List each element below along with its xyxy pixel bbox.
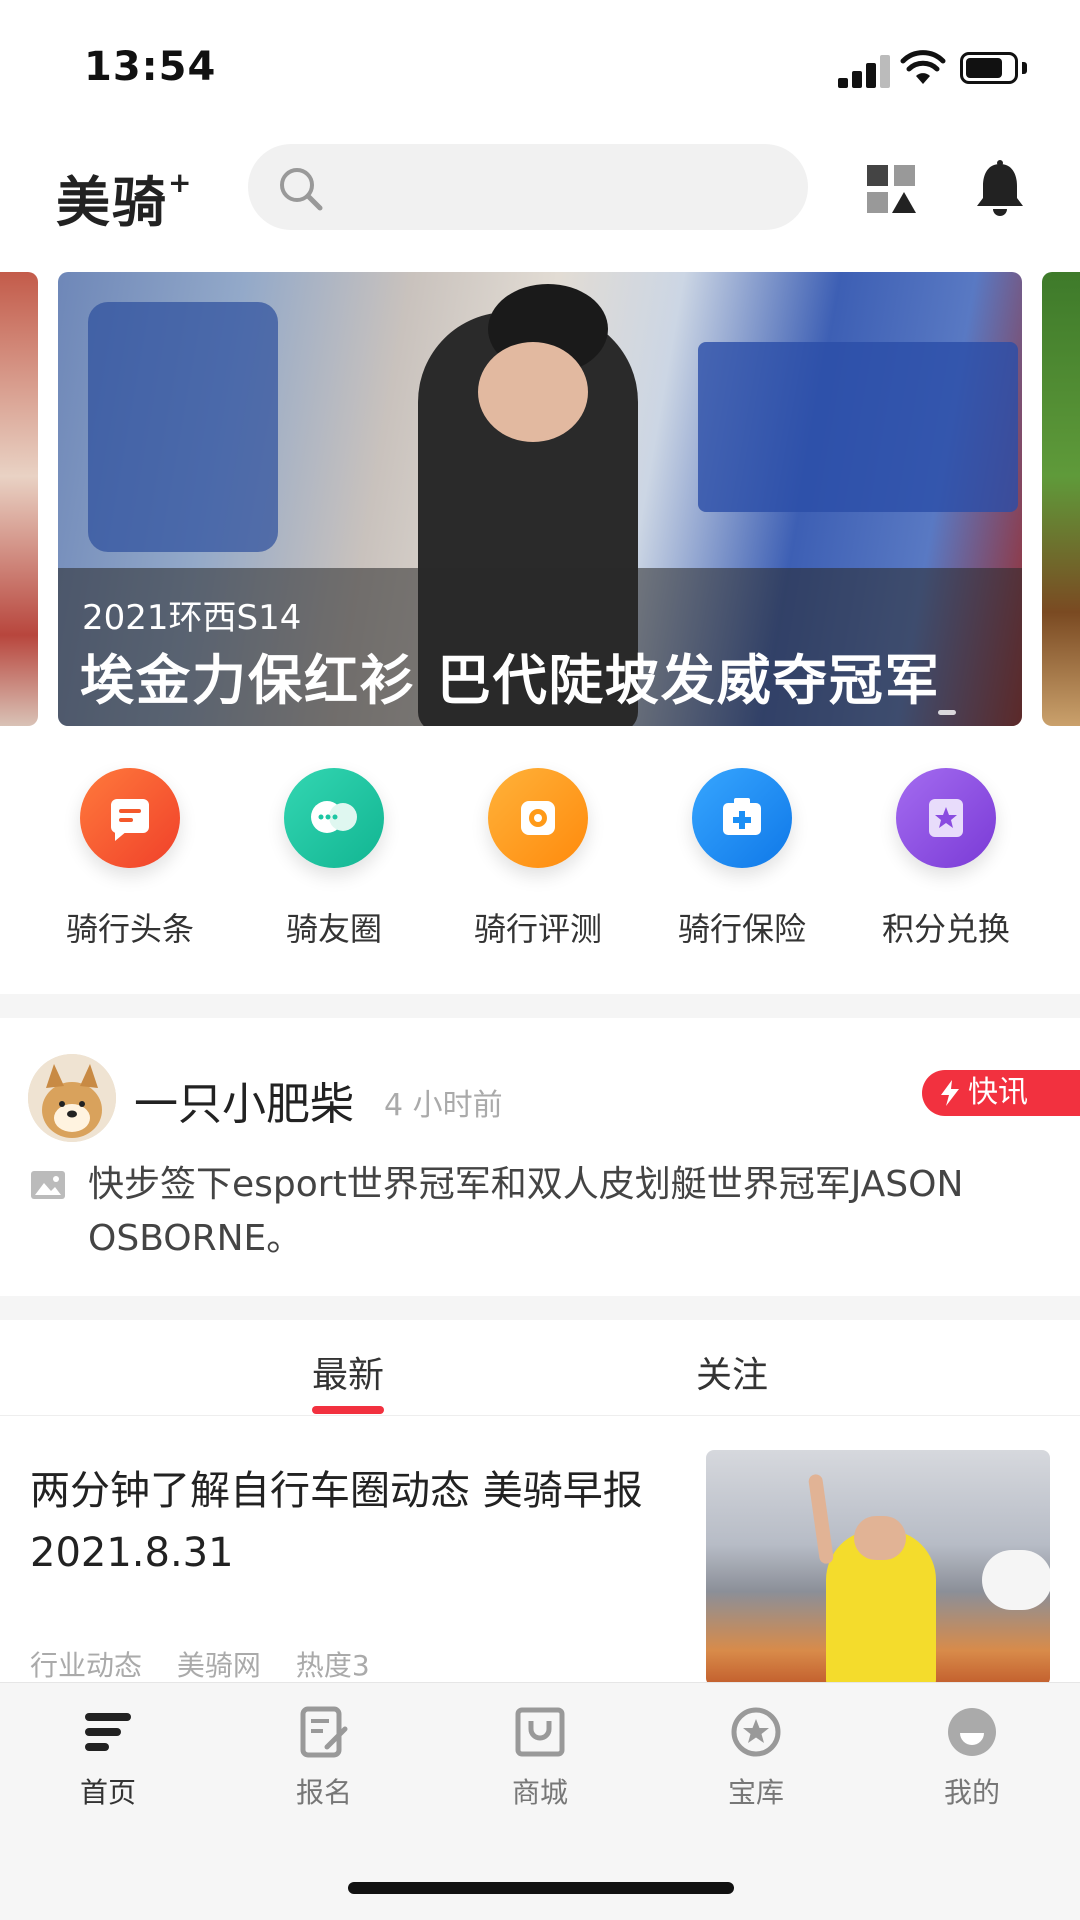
quick-nav-label: 骑行保险 xyxy=(677,910,806,948)
battery-tip xyxy=(1022,62,1027,74)
tabbar-label: 我的 xyxy=(943,1776,1000,1809)
tabbar-signup[interactable]: 报名 xyxy=(249,1705,399,1811)
quick-nav-label: 积分兑换 xyxy=(881,910,1010,948)
tabbar-label: 首页 xyxy=(79,1776,136,1809)
app-header: 美骑+ xyxy=(0,130,1080,250)
tabbar-label: 宝库 xyxy=(727,1776,784,1809)
banner-image-bikes xyxy=(88,302,278,552)
section-divider xyxy=(0,994,1080,1018)
section-divider xyxy=(0,1296,1080,1320)
quick-nav-riding-review[interactable]: 骑行评测 xyxy=(438,758,638,958)
status-time: 13:54 xyxy=(84,44,217,90)
ticket-icon xyxy=(896,768,996,868)
banner-prev-slide[interactable] xyxy=(0,272,38,726)
banner-slide[interactable]: 2021环西S14 埃金力保红衫 巴代陡坡发威夺冠军 xyxy=(58,272,1022,726)
thumbnail-sign xyxy=(982,1550,1050,1610)
tabbar-home[interactable]: 首页 xyxy=(33,1705,183,1811)
chat-icon xyxy=(284,768,384,868)
quick-nav: 骑行头条 骑友圈 骑行评测 骑行保险 积分兑换 xyxy=(0,758,1080,958)
banner-image-sign xyxy=(698,342,1018,512)
thumbnail-rider-arm xyxy=(807,1473,835,1565)
username[interactable]: 一只小肥柴 xyxy=(134,1068,354,1132)
tab-following[interactable]: 关注 xyxy=(696,1346,768,1398)
medkit-icon xyxy=(692,768,792,868)
profile-icon xyxy=(948,1708,996,1756)
thumbnail-rider-head xyxy=(854,1516,906,1560)
list-item[interactable]: 两分钟了解自行车圈动态 美骑早报2021.8.31 行业动态 美骑网 热度3 xyxy=(0,1436,1080,1686)
article-source: 美骑网 xyxy=(176,1649,261,1682)
tab-active-indicator xyxy=(312,1406,384,1414)
tabbar-label: 商城 xyxy=(511,1776,568,1809)
article-thumbnail[interactable] xyxy=(706,1450,1050,1686)
banner-subtitle: 2021环西S14 xyxy=(82,598,302,638)
quick-nav-label: 骑行评测 xyxy=(473,910,602,948)
home-indicator[interactable] xyxy=(348,1882,734,1894)
quick-nav-riding-insurance[interactable]: 骑行保险 xyxy=(642,758,842,958)
tabbar-treasure[interactable]: 宝库 xyxy=(681,1705,831,1811)
news-icon xyxy=(80,768,180,868)
image-icon xyxy=(31,1171,65,1199)
gear-icon xyxy=(488,768,588,868)
article-title[interactable]: 两分钟了解自行车圈动态 美骑早报2021.8.31 xyxy=(30,1460,670,1584)
quick-nav-points-exchange[interactable]: 积分兑换 xyxy=(846,758,1046,958)
signal-icon xyxy=(838,54,894,88)
tabbar-profile[interactable]: 我的 xyxy=(897,1705,1047,1811)
signup-icon xyxy=(300,1706,348,1758)
article-category: 行业动态 xyxy=(30,1649,143,1682)
banner-carousel[interactable]: 2021环西S14 埃金力保红衫 巴代陡坡发威夺冠军 xyxy=(0,272,1080,726)
tabbar-shop[interactable]: 商城 xyxy=(465,1705,615,1811)
lightning-icon xyxy=(941,1080,959,1106)
tabbar-label: 报名 xyxy=(295,1776,352,1809)
banner-image-face xyxy=(478,342,588,442)
shop-icon xyxy=(515,1707,565,1757)
article-meta: 行业动态 美骑网 热度3 xyxy=(30,1644,396,1684)
treasure-icon xyxy=(731,1707,781,1757)
post-time: 4 小时前 xyxy=(384,1088,503,1123)
home-icon xyxy=(85,1713,131,1751)
wifi-icon xyxy=(900,50,946,84)
flash-news-badge: 快讯 xyxy=(922,1070,1080,1116)
search-bar[interactable] xyxy=(248,144,808,230)
flash-news-text: 快步签下esport世界冠军和双人皮划艇世界冠军JASON OSBORNE。 xyxy=(88,1164,964,1259)
search-icon xyxy=(280,168,323,211)
notification-bell-icon[interactable] xyxy=(974,160,1026,216)
banner-page-indicator xyxy=(938,700,982,715)
feed-tabs: 最新 关注 xyxy=(0,1320,1080,1416)
flash-news-card[interactable]: 一只小肥柴 4 小时前 快讯 快步签下esport世界冠军和双人皮划艇世界冠军J… xyxy=(0,1018,1080,1296)
status-bar: 13:54 xyxy=(0,0,1080,130)
tab-latest[interactable]: 最新 xyxy=(312,1346,384,1398)
article-heat: 热度3 xyxy=(295,1649,370,1682)
quick-nav-rider-circle[interactable]: 骑友圈 xyxy=(234,758,434,958)
app-logo: 美骑+ xyxy=(56,166,194,234)
battery-icon xyxy=(960,52,1018,84)
quick-nav-label: 骑行头条 xyxy=(65,910,194,948)
search-input[interactable] xyxy=(340,162,780,212)
quick-nav-riding-news[interactable]: 骑行头条 xyxy=(30,758,230,958)
avatar[interactable] xyxy=(28,1054,116,1142)
category-grid-icon[interactable] xyxy=(866,164,916,214)
banner-title: 埃金力保红衫 巴代陡坡发威夺冠军 xyxy=(80,649,941,712)
quick-nav-label: 骑友圈 xyxy=(285,910,382,948)
banner-next-slide[interactable] xyxy=(1042,272,1080,726)
